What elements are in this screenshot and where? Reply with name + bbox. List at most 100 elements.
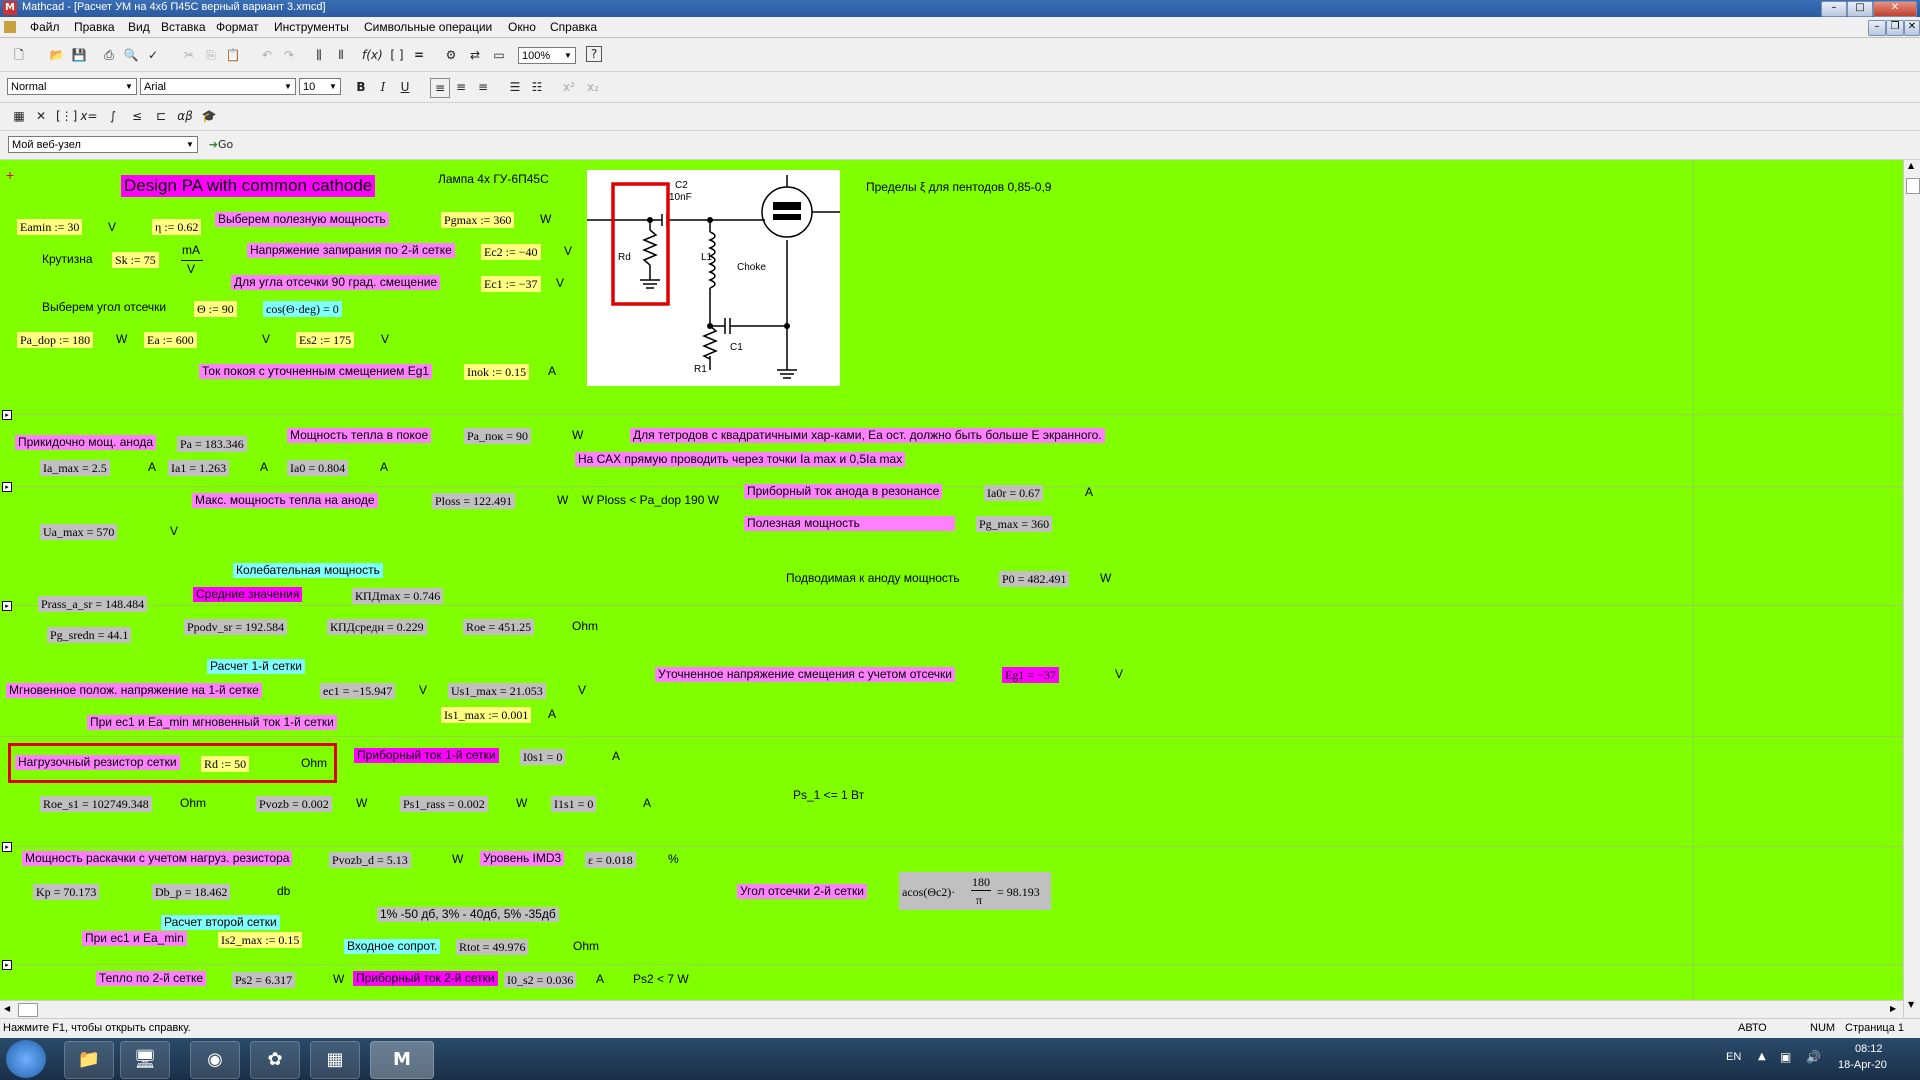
align-center-icon[interactable]: ≡ <box>452 78 470 96</box>
worksheet[interactable]: + Design PA with common cathode Лампа 4х… <box>0 160 1903 1000</box>
ppodv-eval[interactable]: Ppodv_sr = 192.584 <box>184 619 288 635</box>
zoom-select[interactable]: 100% ▼ <box>518 47 576 64</box>
ia0r-eval[interactable]: Ia0r = 0.67 <box>984 485 1044 501</box>
language-indicator[interactable]: EN <box>1726 1051 1741 1063</box>
menu-edit[interactable]: Правка <box>74 20 115 34</box>
kpd-max-eval[interactable]: КПДmax = 0.746 <box>352 588 444 604</box>
bullets-icon[interactable]: ☰ <box>506 78 524 96</box>
ec1-eval[interactable]: ec1 = −15.947 <box>320 683 396 699</box>
roe-s1-eval[interactable]: Roe_s1 = 102749.348 <box>40 796 152 812</box>
subscript-icon[interactable]: x₂ <box>584 78 602 96</box>
font-select[interactable]: Arial ▼ <box>140 78 296 95</box>
spellcheck-icon[interactable]: ✓ <box>144 46 162 64</box>
doc-close-button[interactable]: ✕ <box>1904 20 1920 36</box>
scroll-left-icon[interactable]: ◀ <box>4 1004 10 1013</box>
db-p-eval[interactable]: Db_p = 18.462 <box>152 884 231 900</box>
is2-max-def[interactable]: Is2_max := 0.15 <box>218 932 303 948</box>
us1-max-eval[interactable]: Us1_max = 21.053 <box>448 683 546 699</box>
ea-def[interactable]: Ea := 600 <box>144 332 197 348</box>
mathcad-taskbar-icon[interactable]: M <box>370 1041 434 1079</box>
scroll-thumb[interactable] <box>18 1003 38 1017</box>
open-icon[interactable]: 📂 <box>48 46 66 64</box>
insert-unit-icon[interactable]: [ ] <box>388 46 406 64</box>
ec1-def[interactable]: Ec1 := −37 <box>481 276 541 292</box>
resource-center-icon[interactable]: ⇄ <box>466 46 484 64</box>
undo-icon[interactable]: ↶ <box>258 46 276 64</box>
chrome-icon[interactable]: ◉ <box>190 1041 240 1079</box>
scroll-down-icon[interactable]: ▼ <box>1908 1000 1914 1009</box>
is1-max-def[interactable]: Is1_max := 0.001 <box>441 707 532 723</box>
control-panel-icon[interactable]: 🖥 <box>120 1041 170 1079</box>
new-icon[interactable]: 🗋 <box>10 46 28 64</box>
collapse-arrow-icon[interactable]: ▸ <box>2 601 12 611</box>
ua-max-eval[interactable]: Ua_max = 570 <box>40 524 118 540</box>
pgmax-def[interactable]: Pgmax := 360 <box>441 212 515 228</box>
bold-icon[interactable]: B <box>352 78 370 96</box>
app-icon[interactable]: ✿ <box>250 1041 300 1079</box>
window-icon[interactable]: ▭ <box>490 46 508 64</box>
menu-view[interactable]: Вид <box>128 20 150 34</box>
menu-help[interactable]: Справка <box>550 20 597 34</box>
prass-eval[interactable]: Prass_a_sr = 148.484 <box>38 596 148 612</box>
align-right-icon[interactable]: ≡ <box>474 78 492 96</box>
clock-time[interactable]: 08:12 <box>1855 1043 1883 1055</box>
menu-window[interactable]: Окно <box>508 20 536 34</box>
calculus-icon[interactable]: ∫ <box>104 107 122 125</box>
menu-tools[interactable]: Инструменты <box>274 20 349 34</box>
es2-def[interactable]: Es2 := 175 <box>296 332 355 348</box>
italic-icon[interactable]: I <box>374 78 392 96</box>
collapse-arrow-icon[interactable]: ▸ <box>2 842 12 852</box>
rd-def[interactable]: Rd := 50 <box>201 756 250 772</box>
theta-def[interactable]: Θ := 90 <box>194 301 237 317</box>
size-select[interactable]: 10 ▼ <box>299 78 341 95</box>
ia-max-eval[interactable]: Ia_max = 2.5 <box>40 460 110 476</box>
print-preview-icon[interactable]: 🔍 <box>122 46 140 64</box>
eg1-eval[interactable]: Eg1 = −37 <box>1002 667 1059 683</box>
paste-icon[interactable]: 📋 <box>224 46 242 64</box>
vertical-scrollbar[interactable]: ▲ ▼ <box>1903 160 1920 1018</box>
network-tray-icon[interactable]: ▣ <box>1780 1050 1791 1064</box>
superscript-icon[interactable]: x² <box>560 78 578 96</box>
menu-insert[interactable]: Вставка <box>161 20 206 34</box>
programming-icon[interactable]: ⊏ <box>152 107 170 125</box>
horizontal-scrollbar[interactable]: ◀ ▶ <box>0 1000 1903 1019</box>
start-button[interactable] <box>6 1040 46 1078</box>
roe-eval[interactable]: Roe = 451.25 <box>463 619 535 635</box>
underline-icon[interactable]: U <box>396 78 414 96</box>
evaluation-icon[interactable]: x= <box>80 107 98 125</box>
redo-icon[interactable]: ↷ <box>280 46 298 64</box>
scroll-up-icon[interactable]: ▲ <box>1908 161 1914 170</box>
volume-icon[interactable]: 🔊 <box>1806 1050 1821 1064</box>
cut-icon[interactable]: ✂ <box>180 46 198 64</box>
collapse-arrow-icon[interactable]: ▸ <box>2 410 12 420</box>
menu-symbolics[interactable]: Символьные операции <box>364 20 492 34</box>
network-icon[interactable]: ▦ <box>310 1041 360 1079</box>
eta-def[interactable]: η := 0.62 <box>152 219 202 235</box>
align-across-icon[interactable]: ⫼ <box>310 46 328 64</box>
numbering-icon[interactable]: ☷ <box>528 78 546 96</box>
pa-dop-def[interactable]: Pa_dop := 180 <box>17 332 94 348</box>
p0-eval[interactable]: P0 = 482.491 <box>999 571 1070 587</box>
doc-restore-button[interactable]: ❐ <box>1886 20 1904 36</box>
explorer-icon[interactable]: 📁 <box>64 1041 114 1079</box>
help-icon[interactable]: ? <box>586 46 602 62</box>
calculate-icon[interactable]: = <box>410 46 428 64</box>
minimize-button[interactable]: – <box>1821 1 1847 17</box>
menu-file[interactable]: Файл <box>30 20 60 34</box>
kpd-sredn-eval[interactable]: КПДсредн = 0.229 <box>327 619 427 635</box>
eps-eval[interactable]: ε = 0.018 <box>585 852 636 868</box>
go-button[interactable]: ➜Go <box>204 136 238 154</box>
pg-max-eval[interactable]: Pg_max = 360 <box>976 516 1053 532</box>
sk-def[interactable]: Sk := 75 <box>112 252 159 268</box>
save-icon[interactable]: 💾 <box>70 46 88 64</box>
ia0-eval[interactable]: Ia0 = 0.804 <box>287 460 349 476</box>
ia1-eval[interactable]: Ia1 = 1.263 <box>168 460 230 476</box>
insert-function-icon[interactable]: f(x) <box>362 46 383 64</box>
i0s1-eval[interactable]: I0s1 = 0 <box>520 749 566 765</box>
greek-icon[interactable]: αβ <box>176 107 194 125</box>
calculator-icon[interactable]: ▦ <box>10 107 28 125</box>
i1s1-eval[interactable]: I1s1 = 0 <box>551 796 597 812</box>
kp-eval[interactable]: Kp = 70.173 <box>33 884 100 900</box>
pvozb-d-eval[interactable]: Pvozb_d = 5.13 <box>329 852 411 868</box>
tray-expand-icon[interactable]: ▲ <box>1758 1051 1766 1062</box>
